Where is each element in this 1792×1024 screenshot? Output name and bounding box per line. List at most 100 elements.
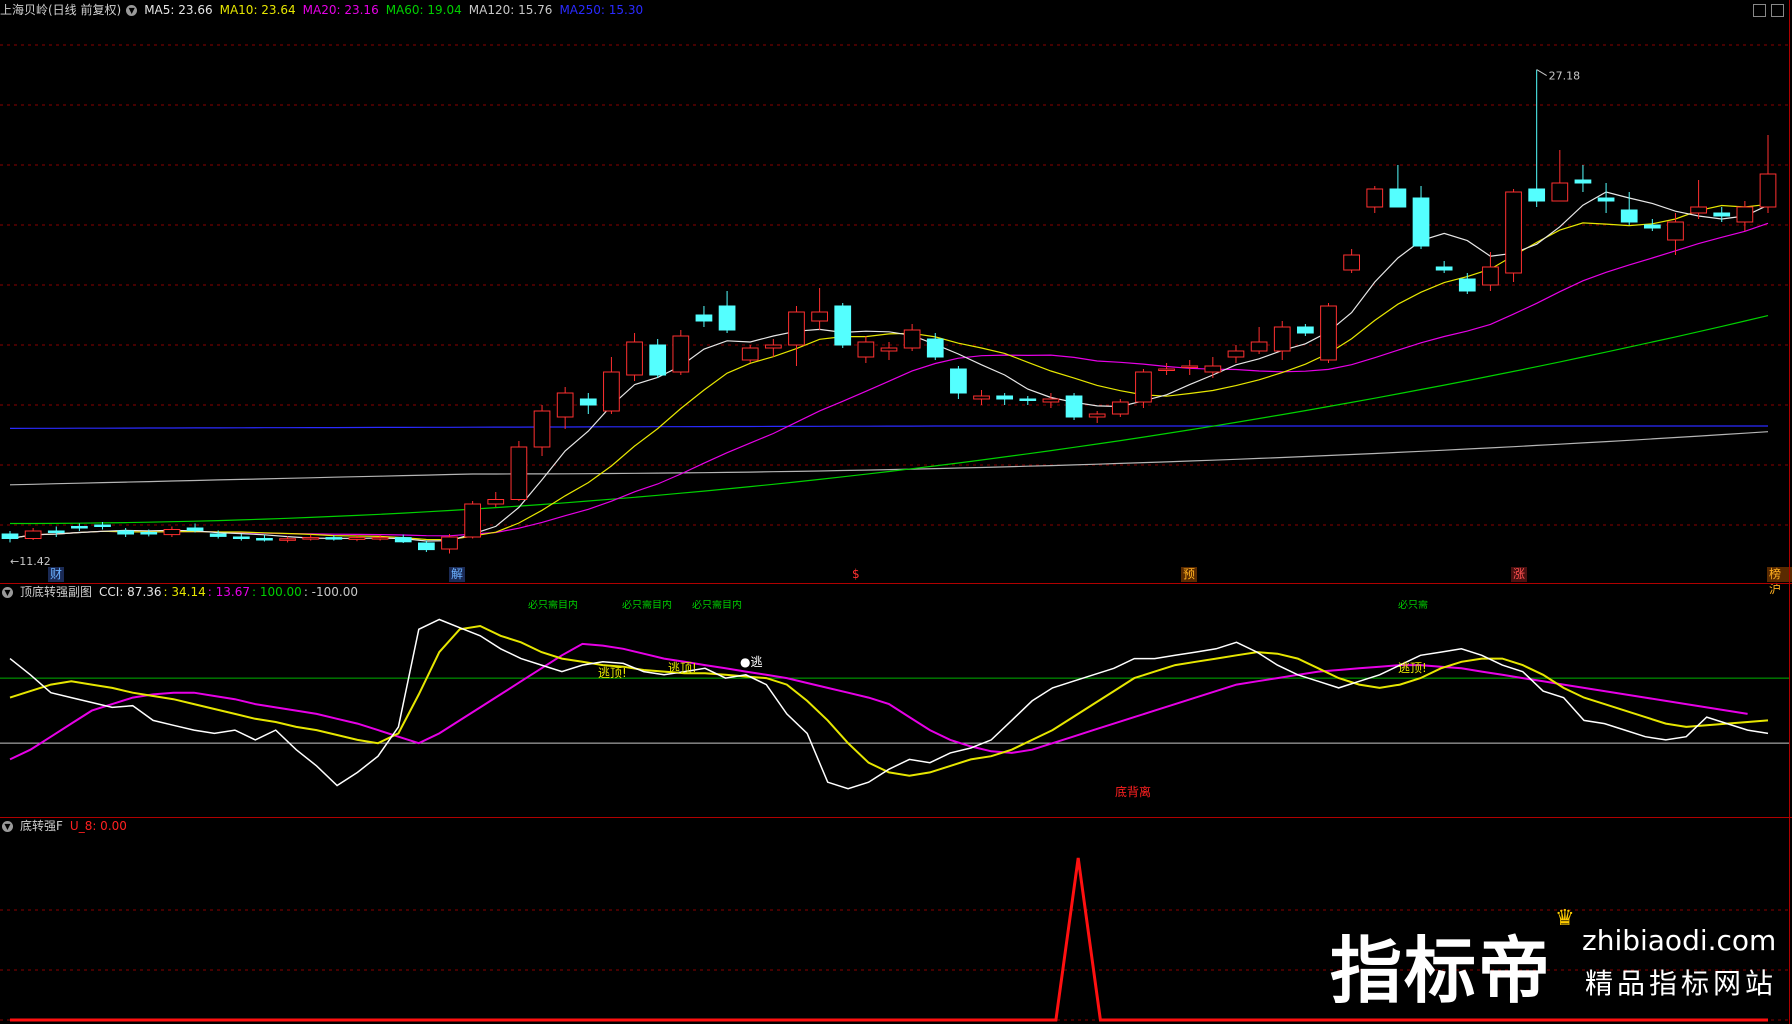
candle-body <box>1667 221 1684 241</box>
high-price-label: 27.18 <box>1549 70 1581 83</box>
candle-body <box>1458 278 1476 292</box>
candle-body <box>857 341 875 358</box>
candle-body <box>741 347 759 361</box>
candle-body <box>764 344 782 349</box>
candle-body <box>464 503 481 538</box>
cci-signal-label: 逃顶! <box>668 661 697 675</box>
candle-body <box>163 529 181 536</box>
ma20-line <box>9 222 1769 540</box>
crown-icon: ♛ <box>1555 906 1575 931</box>
candle-body <box>325 537 343 540</box>
candle-body <box>1412 197 1430 247</box>
candle-body <box>996 395 1014 400</box>
event-marker-finance[interactable]: 财 <box>48 567 65 582</box>
cci-signal-label: 逃顶! <box>1398 661 1427 675</box>
candle-body <box>24 530 42 539</box>
candle-body <box>926 338 944 358</box>
candle-body <box>209 533 227 537</box>
candle-body <box>834 305 852 346</box>
candle-body <box>579 398 597 406</box>
cci-signal-label: 逃顶! <box>598 666 627 680</box>
candle-body <box>371 537 389 540</box>
candle-body <box>302 537 320 540</box>
panel-divider <box>0 817 1792 818</box>
candle-body <box>1 533 19 539</box>
candle-body <box>94 524 111 527</box>
candle-body <box>1551 182 1569 202</box>
candle-body <box>880 347 898 352</box>
candle-body <box>47 530 65 533</box>
high-pointer <box>1536 69 1547 77</box>
candle-body <box>71 526 88 529</box>
cci-signal-label: 必只需目内 <box>692 600 742 611</box>
price-chart[interactable]: 27.18 ←11.42 <box>0 0 1792 570</box>
cci-indicator-name: 顶底转强副图 <box>20 585 93 599</box>
cci-ma3-line <box>9 642 1748 761</box>
candle-body <box>1297 326 1314 334</box>
candle-body <box>533 410 551 448</box>
ma250-line <box>9 425 1768 429</box>
candle-body <box>1435 266 1453 271</box>
cci-chart[interactable]: 必只需目内 必只需目内 必只需目内 必只需逃顶! 逃顶! ●逃 逃顶!底背离 <box>0 600 1792 818</box>
watermark-url: zhibiaodi.com <box>1582 924 1777 957</box>
candle-body <box>1065 395 1083 418</box>
candle-body <box>1505 191 1522 274</box>
candle-body <box>603 371 620 412</box>
candle-body <box>1736 206 1754 223</box>
candle-body <box>672 335 690 373</box>
candle-body <box>811 311 828 322</box>
candle-body <box>232 536 250 539</box>
cci-ma2-line <box>9 624 1769 777</box>
candle-body <box>394 537 412 543</box>
candle-body <box>1620 209 1638 223</box>
candle-body <box>695 314 713 322</box>
candle-body <box>140 532 158 535</box>
right-axis-line <box>1789 0 1790 1024</box>
candle-body <box>1088 413 1106 418</box>
candle-body <box>1273 326 1291 352</box>
candle-body <box>1366 188 1384 208</box>
candle-body <box>1759 173 1777 208</box>
candle-body <box>186 527 204 531</box>
cci-signal-label: 底背离 <box>1115 784 1151 799</box>
candle-body <box>1111 401 1129 415</box>
candle-body <box>1181 365 1199 368</box>
candle-body <box>1042 398 1060 403</box>
candle-body <box>1389 188 1407 208</box>
cci-signal-label: 必只需目内 <box>528 600 578 611</box>
candle-body <box>718 305 736 331</box>
candle-body <box>1643 224 1661 229</box>
candle-body <box>256 538 273 541</box>
candle-body <box>626 341 643 376</box>
candle-body <box>973 395 990 400</box>
candle-body <box>649 344 667 376</box>
low-price-label: ←11.42 <box>10 555 51 568</box>
cci-signal-label: ●逃 <box>740 655 762 669</box>
cci-ma3-label: : 13.67 <box>207 585 250 599</box>
event-marker-forecast[interactable]: 预 <box>1181 567 1198 582</box>
candle-body <box>556 392 574 418</box>
cci-panel-header: ▼ 顶底转强副图 CCI: 87.36: 34.14: 13.67: 100.00:… <box>0 584 365 600</box>
indicator-menu-icon[interactable]: ▼ <box>2 587 13 598</box>
candle-body <box>1019 398 1037 401</box>
candle-body <box>1250 341 1268 352</box>
cci-lower-level-label: : -100.00 <box>303 585 359 599</box>
cci-ma2-label: : 34.14 <box>163 585 206 599</box>
watermark-slogan: 精品指标网站 <box>1585 967 1778 1000</box>
candle-body <box>1227 350 1245 358</box>
candle-body <box>1597 197 1615 202</box>
cci-value-label: CCI: 87.36 <box>99 585 162 599</box>
cci-signal-label: 必只需 <box>1398 600 1428 611</box>
watermark-logo: 指标帝 <box>1330 929 1553 1013</box>
candle-body <box>1482 266 1499 286</box>
ma120-line <box>9 431 1769 486</box>
candle-body <box>418 542 435 551</box>
candle-body <box>510 446 528 500</box>
event-marker-unlock[interactable]: 解 <box>449 567 466 582</box>
event-marker-dividend[interactable]: $ <box>850 567 862 582</box>
candle-body <box>950 368 967 394</box>
candle-body <box>1204 365 1222 373</box>
candle-body <box>279 538 296 541</box>
event-marker-limitup[interactable]: 涨 <box>1511 567 1528 582</box>
candle-body <box>1574 179 1592 184</box>
